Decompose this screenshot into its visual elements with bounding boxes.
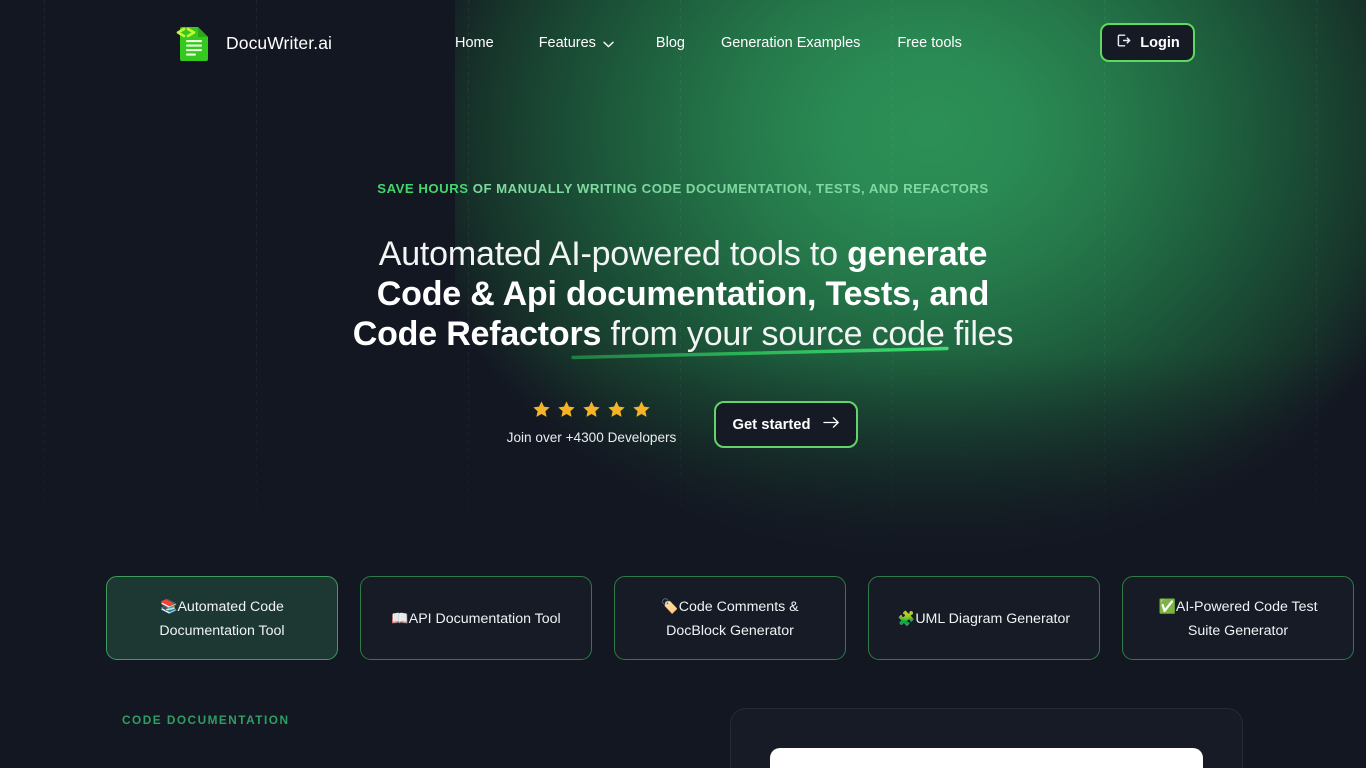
- preview-panel-screenshot: [770, 748, 1203, 768]
- social-proof: Join over +4300 Developers: [499, 400, 684, 445]
- feature-card-label: 📚Automated Code Documentation Tool: [133, 594, 311, 643]
- star-filled-icon: [557, 400, 576, 424]
- star-filled-icon: [607, 400, 626, 424]
- feature-card-text: Code Comments & DocBlock Generator: [666, 598, 799, 639]
- login-button-label: Login: [1140, 34, 1180, 51]
- check-mark-icon: ✅: [1158, 597, 1176, 614]
- social-proof-label: Join over +4300 Developers: [506, 430, 677, 445]
- feature-card-code-comments-docblock-generator[interactable]: 🏷️Code Comments & DocBlock Generator: [614, 576, 846, 660]
- page-root: DocuWriter.ai Home Features Blog Generat…: [0, 0, 1366, 768]
- headline-underline-accent: [565, 340, 955, 362]
- section-kicker-code-documentation: CODE DOCUMENTATION: [122, 713, 290, 727]
- main-navigation: Home Features Blog Generation Examples F…: [455, 26, 962, 60]
- open-book-icon: 📖: [391, 609, 409, 626]
- nav-item-label: Generation Examples: [720, 35, 861, 51]
- nav-item-label: Features: [538, 35, 596, 51]
- feature-card-label: ✅AI-Powered Code Test Suite Generator: [1149, 594, 1327, 643]
- star-filled-icon: [632, 400, 651, 424]
- books-icon: 📚: [160, 597, 178, 614]
- feature-card-text: Automated Code Documentation Tool: [159, 598, 285, 639]
- feature-card-text: AI-Powered Code Test Suite Generator: [1175, 598, 1318, 639]
- nav-item-free-tools[interactable]: Free tools: [897, 27, 961, 59]
- feature-card-ai-powered-code-test-suite-generator[interactable]: ✅AI-Powered Code Test Suite Generator: [1122, 576, 1354, 660]
- star-filled-icon: [532, 400, 551, 424]
- puzzle-piece-icon: 🧩: [897, 609, 916, 626]
- nav-item-label: Home: [455, 35, 494, 51]
- logo[interactable]: DocuWriter.ai: [172, 21, 332, 65]
- feature-card-text: API Documentation Tool: [408, 610, 561, 627]
- nav-item-label: Free tools: [897, 35, 962, 51]
- arrow-right-icon: [822, 416, 840, 434]
- feature-card-label: 📖API Documentation Tool: [391, 606, 560, 631]
- login-arrow-icon: [1115, 32, 1132, 54]
- star-filled-icon: [582, 400, 601, 424]
- get-started-label: Get started: [732, 416, 811, 433]
- feature-card-text: UML Diagram Generator: [915, 610, 1071, 627]
- site-header: DocuWriter.ai Home Features Blog Generat…: [0, 0, 1366, 86]
- chevron-down-icon: [603, 36, 614, 52]
- login-button[interactable]: Login: [1100, 23, 1195, 62]
- nav-item-features[interactable]: Features: [539, 26, 614, 60]
- nav-item-label: Blog: [655, 35, 685, 51]
- nav-item-home[interactable]: Home: [455, 27, 494, 59]
- label-tag-icon: 🏷️: [661, 597, 679, 614]
- hero-eyebrow-strong: SAVE HOURS: [377, 181, 469, 196]
- nav-item-generation-examples[interactable]: Generation Examples: [721, 27, 860, 59]
- nav-item-blog[interactable]: Blog: [656, 27, 685, 59]
- get-started-button[interactable]: Get started: [714, 401, 858, 448]
- feature-card-automated-code-documentation-tool[interactable]: 📚Automated Code Documentation Tool: [106, 576, 338, 660]
- feature-card-uml-diagram-generator[interactable]: 🧩UML Diagram Generator: [868, 576, 1100, 660]
- feature-card-list: 📚Automated Code Documentation Tool 📖API …: [106, 576, 1354, 660]
- document-code-icon: [172, 21, 216, 65]
- hero-eyebrow-rest: OF MANUALLY WRITING CODE DOCUMENTATION, …: [468, 181, 989, 196]
- feature-card-label: 🏷️Code Comments & DocBlock Generator: [641, 594, 819, 643]
- feature-card-api-documentation-tool[interactable]: 📖API Documentation Tool: [360, 576, 592, 660]
- headline-part-1: Automated AI-powered tools to: [378, 235, 848, 273]
- feature-card-label: 🧩UML Diagram Generator: [898, 606, 1070, 631]
- rating-stars: [532, 400, 651, 424]
- page-title: Automated AI-powered tools to generate C…: [333, 234, 1033, 354]
- logo-text: DocuWriter.ai: [226, 32, 333, 53]
- hero-eyebrow: SAVE HOURS OF MANUALLY WRITING CODE DOCU…: [0, 181, 1366, 196]
